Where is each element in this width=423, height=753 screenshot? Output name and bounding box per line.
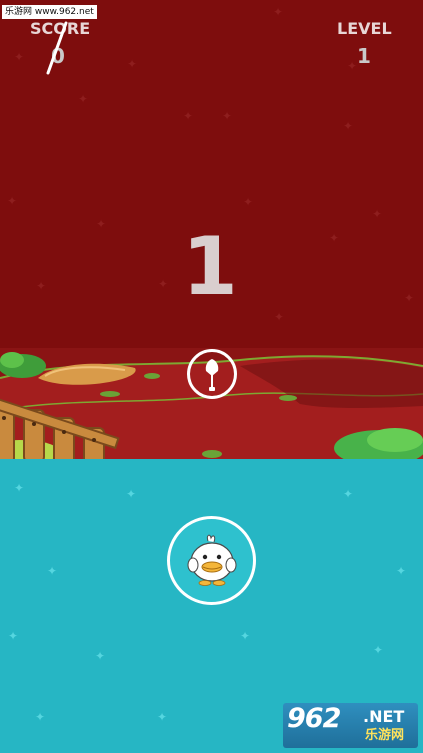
sparkle-icon: ✦ [35,710,46,724]
sparkle-icon: ✦ [274,310,285,324]
sparkle-icon: ✦ [95,649,106,663]
sparkle-icon: ✦ [96,217,107,231]
sparkle-icon: ✦ [243,195,254,209]
duck-icon [187,534,237,586]
sparkle-icon: ✦ [78,92,89,106]
shovel-icon [205,359,219,391]
sparkle-icon: ✦ [8,629,19,643]
sparkle-icon: ✦ [183,109,194,123]
sparkle-icon: ✦ [7,194,18,208]
level-label: LEVEL [337,19,392,38]
site-logo-watermark: 962 .NET 乐游网 [283,703,418,748]
sparkle-icon: ✦ [404,291,415,305]
sparkle-icon: ✦ [222,109,233,123]
sparkle-icon: ✦ [372,207,383,221]
sparkle-icon: ✦ [240,629,251,643]
sparkle-icon: ✦ [126,487,137,501]
sparkle-icon: ✦ [373,643,384,657]
site-watermark: 乐游网 www.962.net [2,5,97,19]
shovel-button[interactable] [187,349,237,399]
sparkle-icon: ✦ [343,487,354,501]
logo-suffix: .NET [363,707,405,726]
sparkle-icon: ✦ [14,50,25,64]
sparkle-icon: ✦ [343,119,354,133]
level-value: 1 [357,44,371,68]
sparkle-icon: ✦ [47,564,58,578]
sparkle-icon: ✦ [396,564,407,578]
sparkle-icon: ✦ [329,231,340,245]
logo-number: 962 [287,703,341,734]
countdown-number: 1 [182,220,238,313]
sparkle-icon: ✦ [14,481,25,495]
sparkle-icon: ✦ [157,710,168,724]
sparkle-icon: ✦ [36,279,47,293]
sparkle-icon: ✦ [127,57,138,71]
slash-mark [46,21,68,75]
duck-button[interactable] [167,516,256,605]
logo-chinese: 乐游网 [365,728,405,743]
sparkle-icon: ✦ [273,5,284,19]
